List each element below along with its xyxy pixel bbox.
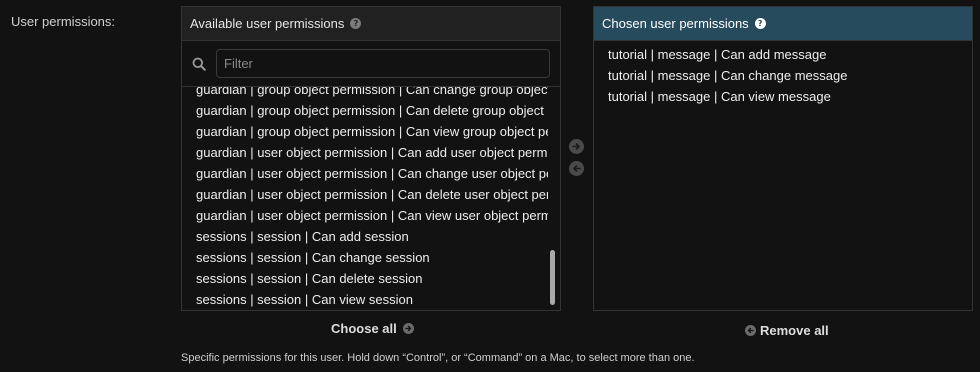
list-item[interactable]: sessions | session | Can delete session: [196, 268, 548, 289]
list-item[interactable]: guardian | user object permission | Can …: [196, 163, 548, 184]
arrow-left-circle-icon: [745, 325, 756, 336]
arrow-right-icon: [572, 143, 580, 150]
chosen-panel-title: Chosen user permissions: [602, 16, 749, 31]
question-circle-icon[interactable]: ?: [754, 18, 766, 29]
list-scrollbar[interactable]: [550, 250, 555, 305]
available-permissions-list[interactable]: guardian | group object permission | Can…: [182, 87, 560, 310]
list-item[interactable]: sessions | session | Can change session: [196, 247, 548, 268]
field-label: User permissions:: [11, 14, 116, 29]
chosen-permissions-panel: Chosen user permissions ? tutorial | mes…: [593, 6, 973, 311]
search-icon: [182, 57, 216, 71]
list-item[interactable]: sessions | session | Can add session: [196, 226, 548, 247]
chosen-permissions-list[interactable]: tutorial | message | Can add message tut…: [594, 41, 972, 107]
list-item[interactable]: guardian | group object permission | Can…: [196, 121, 548, 142]
list-item[interactable]: tutorial | message | Can change message: [608, 65, 972, 86]
remove-all-button[interactable]: Remove all: [745, 323, 829, 338]
list-item[interactable]: tutorial | message | Can view message: [608, 86, 972, 107]
list-item[interactable]: sessions | session | Can view session: [196, 289, 548, 310]
chosen-panel-header: Chosen user permissions ?: [594, 7, 972, 41]
list-item[interactable]: tutorial | message | Can add message: [608, 44, 972, 65]
arrow-right-circle-icon: [402, 323, 414, 334]
choose-all-label: Choose all: [331, 321, 397, 336]
filter-row: [182, 41, 560, 87]
remove-all-label: Remove all: [760, 323, 829, 338]
add-arrow-button[interactable]: [569, 139, 584, 154]
choose-all-button[interactable]: Choose all: [331, 321, 414, 336]
help-text: Specific permissions for this user. Hold…: [181, 352, 695, 364]
question-circle-icon[interactable]: ?: [350, 18, 362, 29]
arrow-left-icon: [573, 165, 581, 172]
list-item[interactable]: guardian | user object permission | Can …: [196, 205, 548, 226]
remove-arrow-button[interactable]: [569, 161, 584, 176]
list-item[interactable]: guardian | group object permission | Can…: [196, 87, 548, 100]
available-panel-header: Available user permissions ?: [182, 7, 560, 41]
filter-input[interactable]: [216, 49, 550, 78]
list-item[interactable]: guardian | group object permission | Can…: [196, 100, 548, 121]
available-permissions-panel: Available user permissions ? guardian | …: [181, 6, 561, 311]
list-item[interactable]: guardian | user object permission | Can …: [196, 184, 548, 205]
available-panel-title: Available user permissions: [190, 16, 345, 31]
list-item[interactable]: guardian | user object permission | Can …: [196, 142, 548, 163]
